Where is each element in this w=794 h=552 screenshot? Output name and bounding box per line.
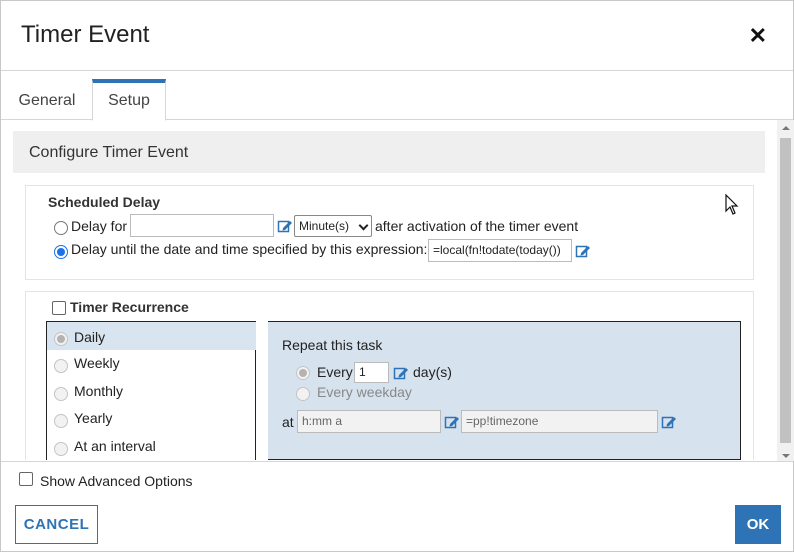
scrollbar-thumb[interactable]: [780, 138, 791, 443]
show-advanced-label: Show Advanced Options: [40, 473, 193, 489]
interval-radio[interactable]: [54, 442, 68, 456]
time-input[interactable]: h:mm a: [297, 410, 441, 433]
repeat-task-label: Repeat this task: [282, 337, 383, 353]
expression-editor-icon[interactable]: [444, 414, 460, 430]
timer-event-dialog: Timer Event ✕ General Setup Configure Ti…: [0, 0, 794, 552]
recurrence-option-monthly[interactable]: Monthly: [47, 377, 256, 405]
recurrence-type-list: Daily Weekly Monthly Yearly At an interv…: [46, 321, 256, 460]
expression-editor-icon[interactable]: [393, 365, 409, 381]
show-advanced-checkbox[interactable]: [19, 472, 33, 486]
ok-button[interactable]: OK: [735, 505, 781, 544]
scroll-down-icon[interactable]: [782, 454, 790, 458]
close-icon[interactable]: ✕: [749, 25, 767, 47]
after-activation-text: after activation of the timer event: [375, 218, 579, 234]
scroll-up-icon[interactable]: [782, 126, 790, 130]
expression-editor-icon[interactable]: [575, 243, 591, 259]
days-label: day(s): [413, 364, 452, 380]
interval-label: At an interval: [74, 438, 156, 454]
setup-content: Configure Timer Event Scheduled Delay De…: [13, 131, 765, 460]
delay-until-label: Delay until the date and time specified …: [71, 241, 428, 257]
every-days-radio[interactable]: [296, 366, 310, 380]
delay-for-label: Delay for: [71, 218, 128, 234]
tab-setup[interactable]: Setup: [92, 79, 166, 121]
daily-label: Daily: [74, 329, 106, 345]
expression-editor-icon[interactable]: [661, 414, 677, 430]
timezone-input[interactable]: =pp!timezone: [461, 410, 658, 433]
recurrence-option-weekly[interactable]: Weekly: [47, 349, 256, 377]
timer-recurrence-checkbox[interactable]: [52, 301, 66, 315]
at-label: at: [282, 414, 294, 430]
delay-for-input[interactable]: [130, 214, 274, 237]
delay-unit-value: Minute(s): [299, 219, 350, 233]
weekly-radio[interactable]: [54, 359, 68, 373]
every-weekday-radio[interactable]: [296, 387, 310, 401]
daily-options-panel: Repeat this task Every 1 day(s) Every we…: [268, 321, 741, 460]
scheduled-delay-heading: Scheduled Delay: [48, 194, 161, 210]
every-days-input[interactable]: 1: [354, 362, 389, 383]
monthly-label: Monthly: [74, 383, 124, 399]
section-header: Configure Timer Event: [13, 131, 765, 173]
delay-unit-select[interactable]: Minute(s): [294, 215, 372, 237]
weekly-label: Weekly: [74, 355, 120, 371]
delay-until-input[interactable]: =local(fn!todate(today()): [428, 239, 572, 262]
timer-recurrence-heading: Timer Recurrence: [70, 299, 189, 315]
recurrence-option-yearly[interactable]: Yearly: [47, 404, 256, 432]
daily-radio[interactable]: [54, 332, 68, 346]
recurrence-option-interval[interactable]: At an interval: [47, 432, 256, 460]
yearly-label: Yearly: [74, 410, 113, 426]
yearly-radio[interactable]: [54, 414, 68, 428]
dialog-footer: Show Advanced Options: [1, 461, 793, 551]
scheduled-delay-box: Scheduled Delay Delay for Minute(s) afte…: [25, 185, 754, 280]
tab-bar: General Setup: [1, 71, 793, 121]
dialog-header: Timer Event ✕: [1, 1, 793, 71]
section-title: Configure Timer Event: [29, 144, 189, 161]
monthly-radio[interactable]: [54, 387, 68, 401]
every-label: Every: [317, 364, 353, 380]
expression-editor-icon[interactable]: [277, 218, 293, 234]
tab-general[interactable]: General: [1, 79, 93, 120]
every-weekday-label: Every weekday: [317, 384, 412, 400]
chevron-down-icon: [358, 220, 369, 231]
delay-until-radio[interactable]: [54, 245, 68, 259]
vertical-scrollbar[interactable]: [777, 120, 794, 461]
dialog-title: Timer Event: [21, 21, 150, 48]
cancel-button[interactable]: CANCEL: [15, 505, 98, 544]
mouse-cursor-icon: [725, 194, 739, 215]
delay-for-radio[interactable]: [54, 221, 68, 235]
recurrence-option-daily[interactable]: Daily: [47, 322, 256, 350]
